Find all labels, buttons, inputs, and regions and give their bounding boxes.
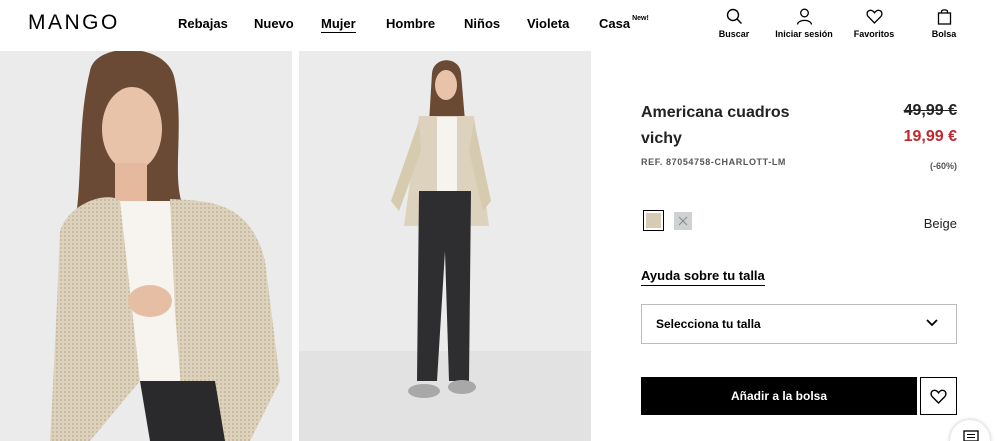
site-header: MANGO Rebajas Nuevo Mujer Hombre Niños V…: [0, 0, 997, 50]
new-badge: New!: [632, 14, 649, 22]
color-swatch-grey[interactable]: [674, 212, 692, 230]
selected-color-label: Beige: [923, 216, 957, 231]
size-help-link[interactable]: Ayuda sobre tu talla: [641, 268, 765, 286]
add-to-bag-button[interactable]: Añadir a la bolsa: [641, 377, 917, 415]
size-select-label: Selecciona tu talla: [656, 317, 761, 331]
search-button[interactable]: Buscar: [716, 8, 752, 39]
user-icon: [796, 8, 812, 25]
chevron-down-icon: [926, 319, 938, 327]
bag-label: Bolsa: [931, 29, 957, 39]
favorites-button[interactable]: Favoritos: [851, 8, 897, 39]
search-label: Buscar: [718, 29, 750, 39]
color-swatch-beige[interactable]: [643, 210, 664, 231]
product-photo-full[interactable]: [299, 51, 591, 441]
discount-badge: (-60%): [929, 161, 957, 171]
nav-casa[interactable]: Casa New!: [599, 14, 649, 31]
login-button[interactable]: Iniciar sesión: [772, 8, 836, 39]
product-info: Americana cuadros vichy 49,99 € 19,99 € …: [641, 100, 957, 171]
model-closeup-illustration: [0, 51, 292, 441]
nav-ninos[interactable]: Niños: [464, 16, 500, 31]
model-full-illustration: [299, 51, 591, 441]
heart-icon: [865, 9, 883, 24]
product-reference: REF. 87054758-CHARLOTT-LM: [641, 157, 787, 167]
product-photo-closeup[interactable]: [0, 51, 292, 441]
chat-icon: [963, 430, 979, 441]
size-select[interactable]: Selecciona tu talla: [641, 304, 957, 344]
nav-nuevo[interactable]: Nuevo: [254, 16, 294, 31]
add-to-favorites-button[interactable]: [920, 377, 957, 415]
heart-icon: [930, 389, 947, 404]
nav-casa-label: Casa: [599, 16, 631, 31]
brand-logo[interactable]: MANGO: [28, 11, 120, 35]
login-label: Iniciar sesión: [775, 29, 833, 39]
nav-rebajas[interactable]: Rebajas: [178, 16, 228, 31]
product-name: Americana cuadros vichy: [641, 104, 790, 147]
original-price: 49,99 €: [903, 102, 957, 119]
bag-icon: [937, 9, 951, 25]
nav-mujer[interactable]: Mujer: [321, 16, 356, 33]
bag-button[interactable]: Bolsa: [929, 8, 959, 39]
search-icon: [726, 8, 742, 24]
nav-hombre[interactable]: Hombre: [386, 16, 435, 31]
unavailable-x-icon: [678, 216, 688, 226]
sale-price: 19,99 €: [903, 128, 957, 145]
chat-button[interactable]: [950, 420, 990, 441]
favorites-label: Favoritos: [853, 29, 895, 39]
nav-violeta[interactable]: Violeta: [527, 16, 569, 31]
color-swatch-beige-fill: [646, 213, 661, 228]
